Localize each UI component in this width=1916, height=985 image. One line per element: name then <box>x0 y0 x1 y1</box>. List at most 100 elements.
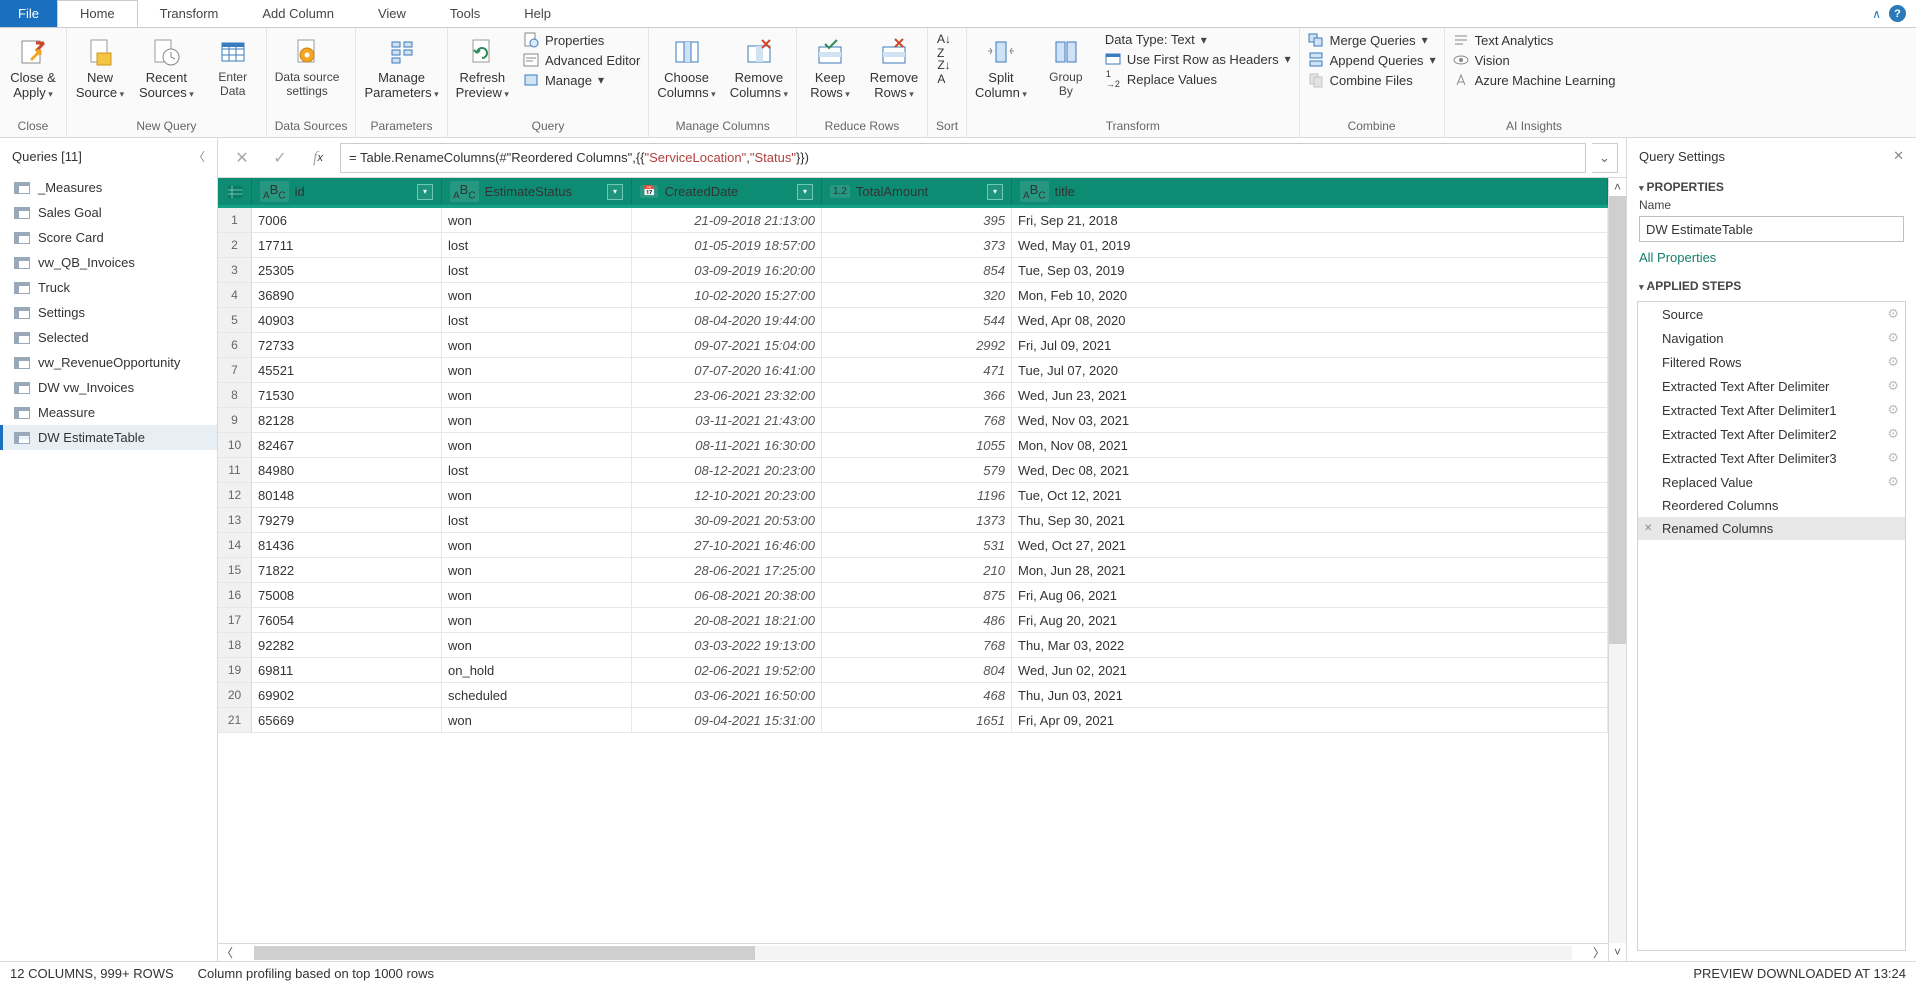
cell-date[interactable]: 10-02-2020 15:27:00 <box>632 283 822 307</box>
cell-title[interactable]: Wed, Oct 27, 2021 <box>1012 533 1608 557</box>
cell-date[interactable]: 03-09-2019 16:20:00 <box>632 258 822 282</box>
applied-step[interactable]: Navigation⚙ <box>1638 326 1905 350</box>
cell-status[interactable]: won <box>442 583 632 607</box>
cell-id[interactable]: 40903 <box>252 308 442 332</box>
table-row[interactable]: 1675008won06-08-2021 20:38:00875Fri, Aug… <box>218 583 1608 608</box>
filter-dropdown-icon[interactable]: ▾ <box>417 184 433 200</box>
cell-amount[interactable]: 544 <box>822 308 1012 332</box>
cell-date[interactable]: 08-11-2021 16:30:00 <box>632 433 822 457</box>
cell-status[interactable]: won <box>442 558 632 582</box>
cell-status[interactable]: lost <box>442 308 632 332</box>
cell-title[interactable]: Wed, Apr 08, 2020 <box>1012 308 1608 332</box>
table-row[interactable]: 982128won03-11-2021 21:43:00768Wed, Nov … <box>218 408 1608 433</box>
cell-id[interactable]: 84980 <box>252 458 442 482</box>
enter-data-button[interactable]: Enter Data <box>208 32 258 99</box>
scroll-up-icon[interactable]: ˄ <box>1609 178 1626 196</box>
menu-tab-tools[interactable]: Tools <box>428 0 502 27</box>
filter-dropdown-icon[interactable]: ▾ <box>987 184 1003 200</box>
gear-icon[interactable]: ⚙ <box>1887 306 1899 322</box>
cell-title[interactable]: Fri, Aug 06, 2021 <box>1012 583 1608 607</box>
cell-id[interactable]: 65669 <box>252 708 442 732</box>
recent-sources-button[interactable]: Recent Sources <box>139 32 194 101</box>
query-item[interactable]: vw_QB_Invoices <box>0 250 217 275</box>
cell-amount[interactable]: 468 <box>822 683 1012 707</box>
cell-title[interactable]: Thu, Sep 30, 2021 <box>1012 508 1608 532</box>
cell-amount[interactable]: 366 <box>822 383 1012 407</box>
cell-id[interactable]: 7006 <box>252 208 442 232</box>
cell-status[interactable]: won <box>442 483 632 507</box>
cell-date[interactable]: 30-09-2021 20:53:00 <box>632 508 822 532</box>
column-header-status[interactable]: ABCEstimateStatus▾ <box>442 178 632 205</box>
cell-status[interactable]: scheduled <box>442 683 632 707</box>
column-header-amount[interactable]: 1.2TotalAmount▾ <box>822 178 1012 205</box>
cell-date[interactable]: 23-06-2021 23:32:00 <box>632 383 822 407</box>
properties-header[interactable]: PROPERTIES <box>1627 174 1916 198</box>
cell-amount[interactable]: 1651 <box>822 708 1012 732</box>
cancel-formula-button[interactable]: ✕ <box>226 143 258 173</box>
aml-button[interactable]: Azure Machine Learning <box>1453 72 1616 88</box>
vertical-scrollbar[interactable]: ˄ ˅ <box>1608 178 1626 961</box>
cell-amount[interactable]: 486 <box>822 608 1012 632</box>
applied-step[interactable]: Extracted Text After Delimiter3⚙ <box>1638 446 1905 470</box>
cell-title[interactable]: Fri, Sep 21, 2018 <box>1012 208 1608 232</box>
gear-icon[interactable]: ⚙ <box>1887 426 1899 442</box>
gear-icon[interactable]: ⚙ <box>1887 450 1899 466</box>
cell-id[interactable]: 92282 <box>252 633 442 657</box>
query-item[interactable]: Score Card <box>0 225 217 250</box>
merge-queries-button[interactable]: Merge Queries ▾ <box>1308 32 1436 48</box>
close-apply-button[interactable]: Close & Apply <box>8 32 58 101</box>
refresh-preview-button[interactable]: Refresh Preview <box>456 32 509 101</box>
applied-steps-header[interactable]: APPLIED STEPS <box>1627 273 1916 297</box>
cell-status[interactable]: won <box>442 533 632 557</box>
table-row[interactable]: 1379279lost30-09-2021 20:53:001373Thu, S… <box>218 508 1608 533</box>
cell-status[interactable]: won <box>442 283 632 307</box>
group-by-button[interactable]: Group By <box>1041 32 1091 99</box>
gear-icon[interactable]: ⚙ <box>1887 330 1899 346</box>
table-row[interactable]: 1184980lost08-12-2021 20:23:00579Wed, De… <box>218 458 1608 483</box>
cell-status[interactable]: lost <box>442 233 632 257</box>
gear-icon[interactable]: ⚙ <box>1887 402 1899 418</box>
table-row[interactable]: 17006won21-09-2018 21:13:00395Fri, Sep 2… <box>218 208 1608 233</box>
cell-title[interactable]: Fri, Aug 20, 2021 <box>1012 608 1608 632</box>
scroll-down-icon[interactable]: ˅ <box>1609 943 1626 961</box>
cell-title[interactable]: Thu, Mar 03, 2022 <box>1012 633 1608 657</box>
horizontal-scrollbar[interactable]: 〈 〉 <box>218 943 1608 961</box>
collapse-queries-icon[interactable]: 〈 <box>193 148 205 165</box>
cell-amount[interactable]: 2992 <box>822 333 1012 357</box>
cell-amount[interactable]: 1055 <box>822 433 1012 457</box>
applied-step[interactable]: Extracted Text After Delimiter⚙ <box>1638 374 1905 398</box>
query-item[interactable]: DW EstimateTable <box>0 425 217 450</box>
cell-id[interactable]: 69811 <box>252 658 442 682</box>
query-item[interactable]: _Measures <box>0 175 217 200</box>
cell-amount[interactable]: 395 <box>822 208 1012 232</box>
cell-title[interactable]: Wed, Jun 23, 2021 <box>1012 383 1608 407</box>
table-row[interactable]: 2165669won09-04-2021 15:31:001651Fri, Ap… <box>218 708 1608 733</box>
choose-columns-button[interactable]: Choose Columns <box>657 32 715 101</box>
text-analytics-button[interactable]: Text Analytics <box>1453 32 1616 48</box>
cell-date[interactable]: 07-07-2020 16:41:00 <box>632 358 822 382</box>
cell-id[interactable]: 82128 <box>252 408 442 432</box>
cell-date[interactable]: 03-03-2022 19:13:00 <box>632 633 822 657</box>
formula-expand-button[interactable]: ⌄ <box>1592 143 1618 173</box>
cell-title[interactable]: Wed, Jun 02, 2021 <box>1012 658 1608 682</box>
cell-title[interactable]: Fri, Jul 09, 2021 <box>1012 333 1608 357</box>
query-name-input[interactable] <box>1639 216 1904 242</box>
cell-amount[interactable]: 210 <box>822 558 1012 582</box>
sort-desc-button[interactable]: Z↓A <box>936 64 952 80</box>
applied-step[interactable]: Reordered Columns <box>1638 494 1905 517</box>
cell-id[interactable]: 36890 <box>252 283 442 307</box>
cell-title[interactable]: Tue, Oct 12, 2021 <box>1012 483 1608 507</box>
cell-title[interactable]: Mon, Jun 28, 2021 <box>1012 558 1608 582</box>
menu-tab-help[interactable]: Help <box>502 0 573 27</box>
filter-dropdown-icon[interactable]: ▾ <box>797 184 813 200</box>
cell-id[interactable]: 75008 <box>252 583 442 607</box>
cell-amount[interactable]: 579 <box>822 458 1012 482</box>
cell-title[interactable]: Mon, Nov 08, 2021 <box>1012 433 1608 457</box>
cell-title[interactable]: Tue, Jul 07, 2020 <box>1012 358 1608 382</box>
menu-tab-add-column[interactable]: Add Column <box>240 0 356 27</box>
menu-tab-view[interactable]: View <box>356 0 428 27</box>
cell-id[interactable]: 71530 <box>252 383 442 407</box>
cell-date[interactable]: 20-08-2021 18:21:00 <box>632 608 822 632</box>
cell-id[interactable]: 45521 <box>252 358 442 382</box>
gear-icon[interactable]: ⚙ <box>1887 354 1899 370</box>
